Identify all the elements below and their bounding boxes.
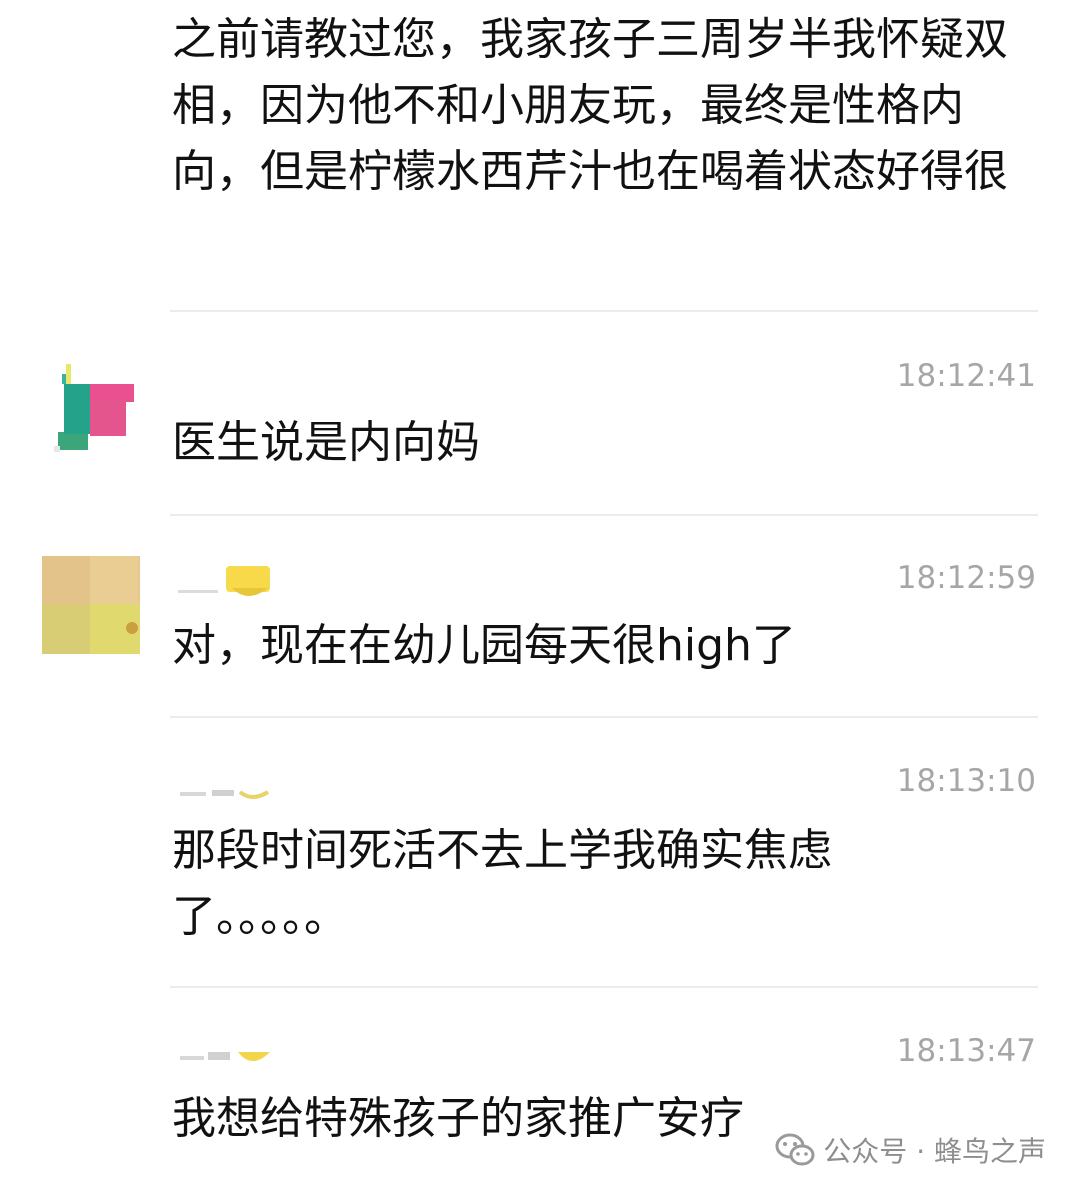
redacted-name-mark (180, 1052, 270, 1061)
wechat-icon (775, 1132, 815, 1168)
message-item[interactable]: 18:12:59 对，现在在幼儿园每天很high了 (0, 516, 1080, 716)
message-text: 对，现在在幼儿园每天很high了 (172, 620, 796, 671)
avatar-image (54, 364, 134, 452)
message-text: 之前请教过您，我家孩子三周岁半我怀疑双相，因为他不和小朋友玩，最终是性格内向，但… (172, 14, 1008, 197)
message-timestamp: 18:13:47 (896, 1033, 1036, 1069)
watermark: 公众号 · 蜂鸟之声 (775, 1130, 1046, 1170)
avatar[interactable] (52, 360, 138, 454)
message-item[interactable]: 18:13:10 那段时间死活不去上学我确实焦虑了。。。。。 (0, 718, 1080, 986)
message-text: 医生说是内向妈 (172, 417, 480, 468)
sender-name (172, 776, 372, 820)
avatar[interactable] (42, 556, 140, 654)
avatar-image (42, 556, 140, 654)
message-timestamp: 18:12:41 (896, 358, 1036, 394)
message-item[interactable]: 18:12:41 医生说是内向妈 (0, 312, 1080, 514)
redacted-name-mark (180, 790, 270, 799)
message-item: 之前请教过您，我家孩子三周岁半我怀疑双相，因为他不和小朋友玩，最终是性格内向，但… (0, 0, 1080, 312)
message-timestamp: 18:12:59 (896, 560, 1036, 596)
message-text: 那段时间死活不去上学我确实焦虑了。。。。。 (172, 825, 832, 942)
sender-name (172, 560, 372, 604)
message-timestamp: 18:13:10 (896, 763, 1036, 799)
redacted-name-mark (178, 566, 270, 596)
message-thread: 之前请教过您，我家孩子三周岁半我怀疑双相，因为他不和小朋友玩，最终是性格内向，但… (0, 0, 1080, 1196)
sender-name (172, 1034, 372, 1078)
watermark-label: 公众号 · 蜂鸟之声 (823, 1135, 1046, 1168)
